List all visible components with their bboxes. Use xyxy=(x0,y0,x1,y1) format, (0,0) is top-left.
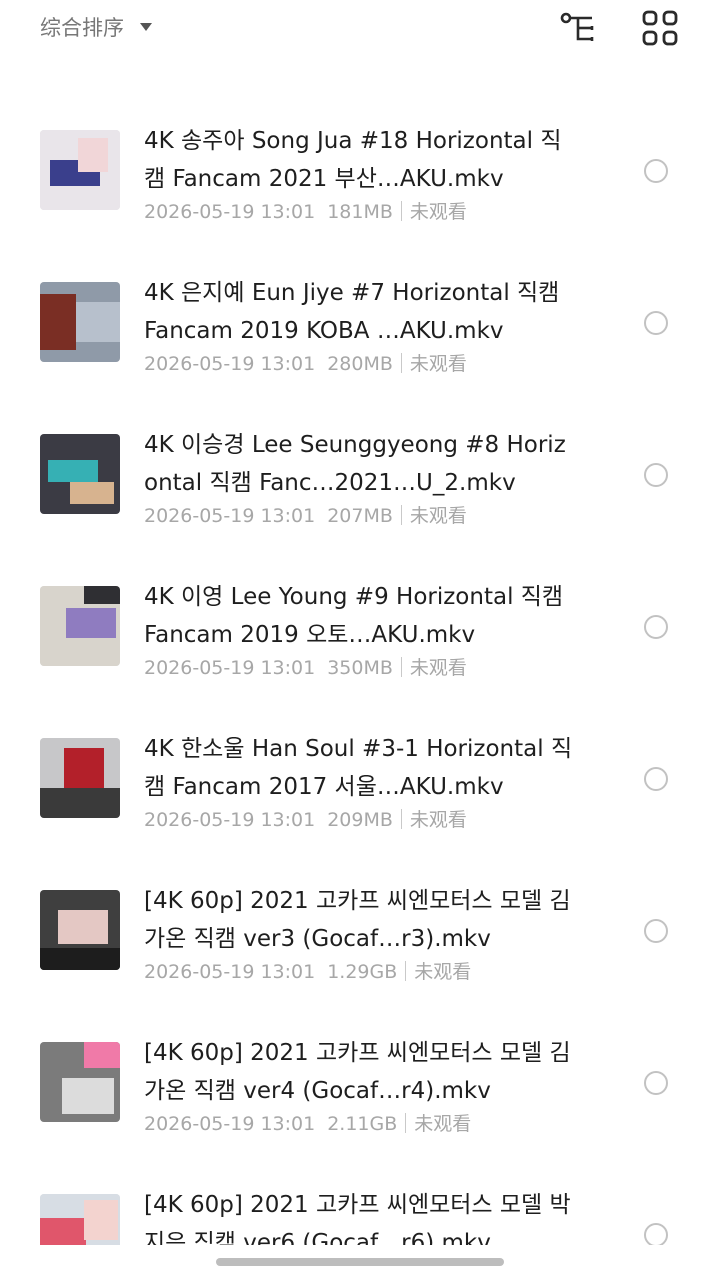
watch-status: 未观看 xyxy=(409,201,467,223)
select-radio[interactable] xyxy=(644,1071,668,1095)
file-size: 350MB xyxy=(327,657,393,679)
watch-status: 未观看 xyxy=(409,353,467,375)
list-item[interactable]: [4K 60p] 2021 고카프 씨엔모터스 모델 박지은 직캠 ver6 (… xyxy=(0,1164,720,1245)
select-radio[interactable] xyxy=(644,615,668,639)
file-title: [4K 60p] 2021 고카프 씨엔모터스 모델 김가온 직캠 ver3 (… xyxy=(144,888,571,952)
meta-divider xyxy=(400,353,402,373)
meta-divider xyxy=(400,809,402,829)
list-item[interactable]: 4K 은지예 Eun Jiye #7 Horizontal 직캠 Fancam … xyxy=(0,252,720,404)
file-size: 2.11GB xyxy=(327,1113,398,1135)
tree-icon xyxy=(560,12,594,41)
video-thumbnail xyxy=(40,1042,120,1122)
file-title: 4K 송주아 Song Jua #18 Horizontal 직캠 Fancam… xyxy=(144,128,562,192)
watch-status: 未观看 xyxy=(409,505,467,527)
list-item[interactable]: [4K 60p] 2021 고카프 씨엔모터스 모델 김가온 직캠 ver4 (… xyxy=(0,1012,720,1164)
watch-status: 未观看 xyxy=(409,809,467,831)
file-meta: 2026-05-19 13:01 350MB 未观看 xyxy=(144,653,467,680)
meta-divider xyxy=(400,505,402,525)
file-meta: 2026-05-19 13:01 207MB 未观看 xyxy=(144,501,467,528)
meta-divider xyxy=(405,1113,407,1133)
file-meta: 2026-05-19 13:01 1.29GB 未观看 xyxy=(144,957,471,984)
top-bar: 综合排序 xyxy=(0,0,720,60)
file-meta: 2026-05-19 13:01 280MB 未观看 xyxy=(144,349,467,376)
file-date: 2026-05-19 13:01 xyxy=(144,353,316,375)
video-thumbnail xyxy=(40,586,120,666)
meta-divider xyxy=(405,961,407,981)
sort-dropdown[interactable]: 综合排序 xyxy=(40,12,152,42)
list-item[interactable]: 4K 한소울 Han Soul #3-1 Horizontal 직캠 Fanca… xyxy=(0,708,720,860)
chevron-down-icon xyxy=(140,23,152,31)
file-date: 2026-05-19 13:01 xyxy=(144,657,316,679)
file-size: 209MB xyxy=(327,809,393,831)
video-thumbnail xyxy=(40,434,120,514)
file-size: 207MB xyxy=(327,505,393,527)
grid-icon xyxy=(642,10,678,46)
select-radio[interactable] xyxy=(644,919,668,943)
list-item[interactable]: 4K 이영 Lee Young #9 Horizontal 직캠 Fancam … xyxy=(0,556,720,708)
watch-status: 未观看 xyxy=(414,961,472,983)
watch-status: 未观看 xyxy=(409,657,467,679)
select-radio[interactable] xyxy=(644,463,668,487)
file-date: 2026-05-19 13:01 xyxy=(144,961,316,983)
meta-divider xyxy=(400,657,402,677)
file-title: 4K 한소울 Han Soul #3-1 Horizontal 직캠 Fanca… xyxy=(144,736,573,800)
file-size: 181MB xyxy=(327,201,393,223)
sort-label: 综合排序 xyxy=(40,16,124,40)
file-date: 2026-05-19 13:01 xyxy=(144,1113,316,1135)
file-date: 2026-05-19 13:01 xyxy=(144,809,316,831)
list-item[interactable]: 4K 송주아 Song Jua #18 Horizontal 직캠 Fancam… xyxy=(0,100,720,252)
video-thumbnail xyxy=(40,738,120,818)
file-date: 2026-05-19 13:01 xyxy=(144,505,316,527)
file-meta: 2026-05-19 13:01 209MB 未观看 xyxy=(144,805,467,832)
video-thumbnail xyxy=(40,890,120,970)
select-radio[interactable] xyxy=(644,311,668,335)
file-title: 4K 이영 Lee Young #9 Horizontal 직캠 Fancam … xyxy=(144,584,564,648)
select-radio[interactable] xyxy=(644,767,668,791)
video-thumbnail xyxy=(40,1194,120,1245)
file-title: 4K 은지예 Eun Jiye #7 Horizontal 직캠 Fancam … xyxy=(144,280,560,344)
tree-view-button[interactable] xyxy=(558,8,598,48)
meta-divider xyxy=(400,201,402,221)
video-thumbnail xyxy=(40,282,120,362)
grid-view-button[interactable] xyxy=(640,8,680,48)
file-list: 4K 송주아 Song Jua #18 Horizontal 직캠 Fancam… xyxy=(0,100,720,1245)
file-size: 1.29GB xyxy=(327,961,398,983)
file-size: 280MB xyxy=(327,353,393,375)
home-indicator[interactable] xyxy=(216,1258,504,1266)
file-meta: 2026-05-19 13:01 181MB 未观看 xyxy=(144,197,467,224)
video-thumbnail xyxy=(40,130,120,210)
file-date: 2026-05-19 13:01 xyxy=(144,201,316,223)
file-meta: 2026-05-19 13:01 2.11GB 未观看 xyxy=(144,1109,471,1136)
file-title: 4K 이승경 Lee Seunggyeong #8 Horizontal 직캠 … xyxy=(144,432,566,496)
watch-status: 未观看 xyxy=(414,1113,472,1135)
list-item[interactable]: [4K 60p] 2021 고카프 씨엔모터스 모델 김가온 직캠 ver3 (… xyxy=(0,860,720,1012)
select-radio[interactable] xyxy=(644,1223,668,1245)
file-title: [4K 60p] 2021 고카프 씨엔모터스 모델 박지은 직캠 ver6 (… xyxy=(144,1192,571,1245)
select-radio[interactable] xyxy=(644,159,668,183)
file-title: [4K 60p] 2021 고카프 씨엔모터스 모델 김가온 직캠 ver4 (… xyxy=(144,1040,571,1104)
list-item[interactable]: 4K 이승경 Lee Seunggyeong #8 Horizontal 직캠 … xyxy=(0,404,720,556)
